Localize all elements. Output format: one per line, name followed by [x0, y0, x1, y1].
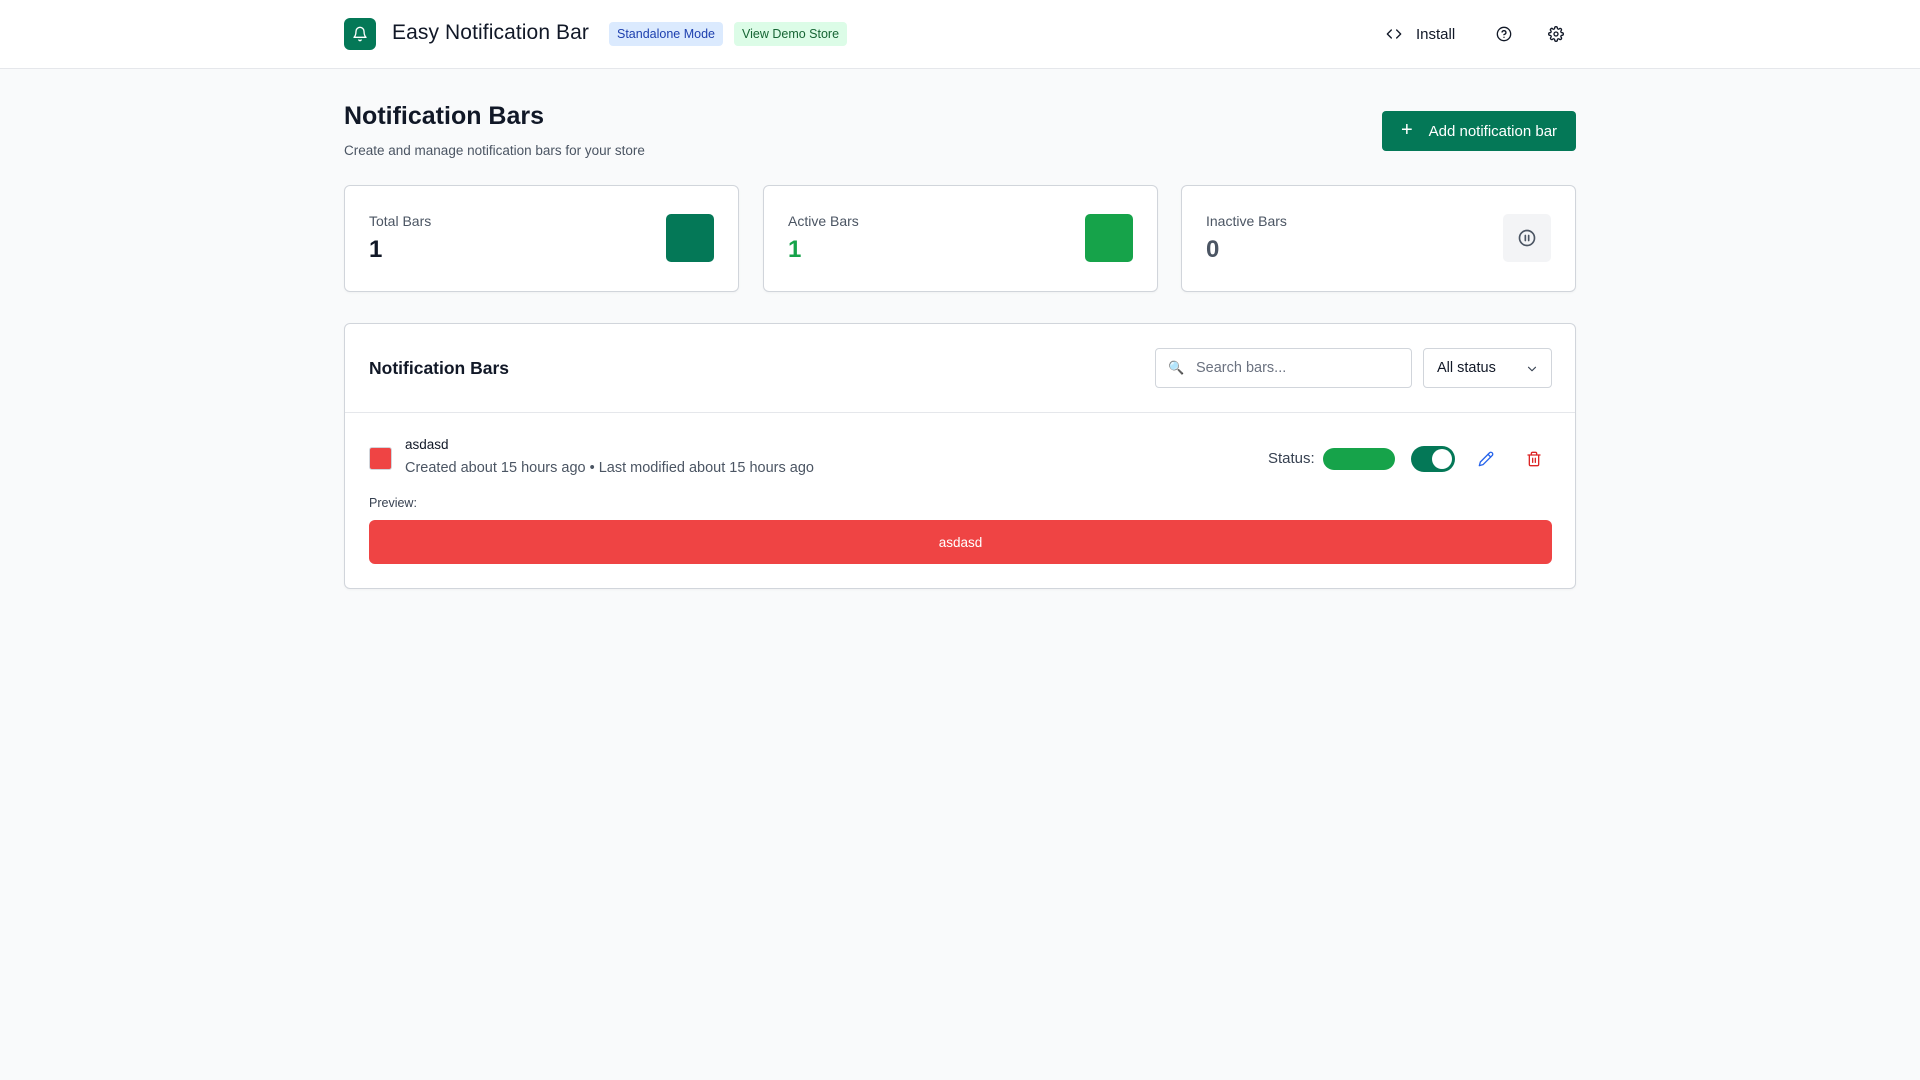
inactive-bars-icon-box: [1503, 214, 1551, 262]
delete-button[interactable]: [1523, 448, 1545, 470]
notification-bars-panel: Notification Bars 🔍 All status asdasd Cr…: [344, 323, 1576, 589]
edit-button[interactable]: [1475, 448, 1497, 470]
status-badge: [1323, 448, 1395, 470]
status-label: Status:: [1268, 450, 1315, 467]
status-filter-value: All status: [1437, 360, 1496, 376]
app-logo: [344, 18, 376, 50]
pause-icon: [1518, 229, 1536, 247]
notification-bar-preview: asdasd: [369, 520, 1552, 564]
stat-card-total: Total Bars 1: [344, 185, 739, 292]
panel-header: Notification Bars 🔍 All status: [345, 324, 1575, 413]
bar-meta: Created about 15 hours ago • Last modifi…: [405, 460, 814, 476]
status-filter-select[interactable]: All status: [1423, 348, 1552, 388]
help-button[interactable]: [1492, 22, 1516, 46]
bell-icon: [353, 26, 367, 42]
standalone-mode-badge: Standalone Mode: [609, 22, 723, 46]
chevron-down-icon: [1527, 366, 1537, 372]
bar-name: asdasd: [405, 437, 449, 452]
search-box: 🔍: [1155, 348, 1412, 388]
search-icon: 🔍: [1168, 360, 1185, 375]
stat-label: Active Bars: [788, 213, 859, 229]
panel-title: Notification Bars: [369, 358, 510, 378]
page-title: Notification Bars: [344, 102, 545, 130]
help-icon: [1496, 26, 1512, 42]
plus-icon: +: [1400, 119, 1413, 141]
settings-button[interactable]: [1544, 22, 1568, 46]
gear-icon: [1548, 26, 1564, 42]
install-label: Install: [1416, 25, 1456, 43]
add-notification-bar-label: Add notification bar: [1428, 122, 1558, 140]
page-subtitle: Create and manage notification bars for …: [344, 143, 645, 158]
stat-label: Total Bars: [369, 213, 432, 229]
code-icon: [1386, 29, 1402, 39]
preview-label: Preview:: [369, 496, 417, 510]
top-header: Easy Notification Bar Standalone Mode Vi…: [0, 0, 1920, 69]
toggle-knob: [1432, 449, 1452, 469]
stat-card-active: Active Bars 1: [763, 185, 1158, 292]
add-notification-bar-button[interactable]: + Add notification bar: [1382, 111, 1576, 151]
view-demo-store-link[interactable]: View Demo Store: [734, 22, 848, 46]
search-input[interactable]: [1196, 349, 1406, 387]
bar-color-swatch: [369, 447, 392, 470]
total-bars-icon: [666, 214, 714, 262]
stat-card-inactive: Inactive Bars 0: [1181, 185, 1576, 292]
app-title: Easy Notification Bar: [392, 21, 590, 44]
stat-value: 1: [369, 236, 383, 263]
install-button[interactable]: Install: [1386, 22, 1455, 46]
active-toggle[interactable]: [1411, 446, 1455, 472]
pencil-icon: [1478, 451, 1494, 467]
trash-icon: [1527, 451, 1541, 467]
stat-label: Inactive Bars: [1206, 213, 1287, 229]
stat-value: 1: [788, 236, 802, 263]
stat-value: 0: [1206, 236, 1220, 263]
active-bars-icon: [1085, 214, 1133, 262]
